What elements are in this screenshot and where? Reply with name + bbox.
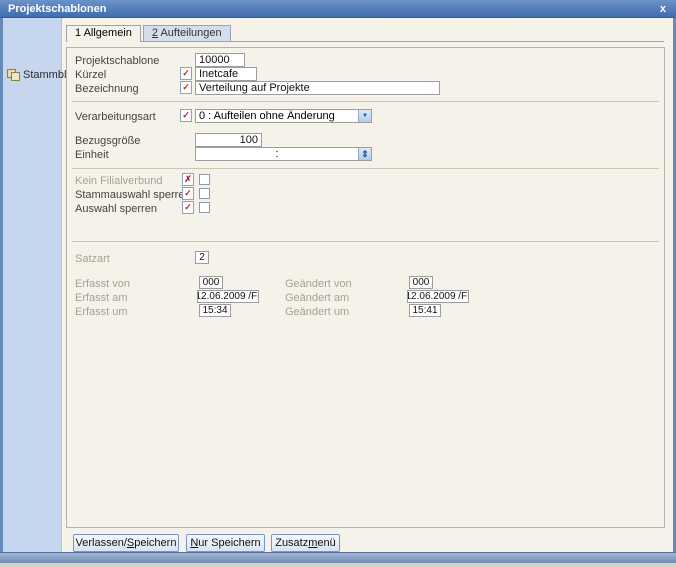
stammauswahl-sperren-check-icon: ✓ [182,187,194,200]
label-geaendert-um: Geändert um [285,306,350,318]
geaendert-um-value: 15:41 [409,304,441,317]
einheit-selected-value: : [275,148,279,160]
erfasst-um-value: 15:34 [199,304,231,317]
label-kuerzel: Kürzel [75,69,107,81]
verlassen-speichern-label-key: S [126,537,135,549]
projektschablonen-window: Projektschablonen x Stammblatt 1 Allgeme… [0,0,676,563]
tab-aufteilungen-label: Aufteilungen [158,27,222,39]
nur-speichern-button[interactable]: Nur Speichern [186,534,265,552]
separator-3 [72,241,659,242]
stammblatt-cards-icon [7,69,20,81]
erfasst-von-value: 000 [199,276,223,289]
tab-allgemein-label: 1 Allgemein [75,27,132,39]
einheit-select[interactable]: : ⇕ [195,147,372,161]
kein-filialverbund-cross-icon: ✗ [182,173,194,186]
projektschablone-input[interactable] [195,53,245,67]
label-einheit: Einheit [75,149,109,161]
label-stammauswahl-sperren: Stammauswahl sperren [75,189,191,201]
geaendert-am-value: 12.06.2009 /Fr [407,290,469,303]
window-title: Projektschablonen [8,2,107,15]
nur-speichern-label-key: N [190,537,199,549]
separator-2 [72,168,659,169]
label-verarbeitungsart: Verarbeitungsart [75,111,156,123]
zusatzmenu-button[interactable]: Zusatz m enü [271,534,340,552]
label-erfasst-um: Erfasst um [75,306,128,318]
stammauswahl-sperren-checkbox[interactable] [199,188,210,199]
window-body: Stammblatt 1 Allgemein 2 Aufteilungen Pr… [0,18,676,552]
bezugsgroesse-input[interactable] [195,133,262,147]
label-satzart: Satzart [75,253,110,265]
bezeichnung-input[interactable] [195,81,440,95]
main-area: 1 Allgemein 2 Aufteilungen Projektschabl… [63,18,673,552]
tab-strip: 1 Allgemein 2 Aufteilungen [66,25,664,42]
label-erfasst-am: Erfasst am [75,292,128,304]
verarbeitungsart-dropdown-button[interactable]: ▼ [358,110,371,122]
zusatzmenu-label-pre: Zusatz [275,537,309,549]
label-auswahl-sperren: Auswahl sperren [75,203,157,215]
label-bezeichnung: Bezeichnung [75,83,139,95]
close-icon[interactable]: x [658,3,668,15]
nur-speichern-label-post: ur Speichern [198,537,261,549]
label-kein-filialverbund: Kein Filialverbund [75,175,163,187]
auswahl-sperren-check-icon: ✓ [182,201,194,214]
verarbeitungsart-required-check-icon: ✓ [180,109,192,122]
button-row: Verlassen/Speichern Nur Speichern Zusatz… [63,534,673,554]
verlassen-speichern-label-post: peichern [134,537,177,549]
tab-aufteilungen[interactable]: 2 Aufteilungen [142,25,231,41]
geaendert-von-value: 000 [409,276,433,289]
bezeichnung-required-check-icon: ✓ [180,81,192,94]
form-panel: Projektschablone Kürzel ✓ Bezeichnung ✓ … [66,47,665,528]
dropdown-arrow-icon: ▼ [362,113,368,119]
einheit-spinner-button[interactable]: ⇕ [358,148,371,160]
bottom-frame [0,552,676,563]
label-erfasst-von: Erfasst von [75,278,131,290]
verarbeitungsart-selected-value: 0 : Aufteilen ohne Änderung [199,110,335,122]
tab-allgemein[interactable]: 1 Allgemein [66,25,141,42]
label-projektschablone: Projektschablone [75,55,160,67]
label-geaendert-am: Geändert am [285,292,350,304]
kein-filialverbund-checkbox[interactable] [199,174,210,185]
titlebar: Projektschablonen x [0,0,676,18]
updown-arrow-icon: ⇕ [361,148,369,159]
verarbeitungsart-select[interactable]: 0 : Aufteilen ohne Änderung ▼ [195,109,372,123]
satzart-value: 2 [195,251,209,264]
auswahl-sperren-checkbox[interactable] [199,202,210,213]
verlassen-speichern-button[interactable]: Verlassen/Speichern [73,534,179,552]
zusatzmenu-label-key: m [308,537,318,549]
separator-1 [72,101,659,102]
kuerzel-required-check-icon: ✓ [180,67,192,80]
label-geaendert-von: Geändert von [285,278,352,290]
sidebar: Stammblatt [3,18,79,552]
zusatzmenu-label-post: enü [317,537,336,549]
verlassen-speichern-label-pre: Verlassen/ [75,537,127,549]
erfasst-am-value: 12.06.2009 /Fr [197,290,259,303]
kuerzel-input[interactable] [195,67,257,81]
label-bezugsgroesse: Bezugsgröße [75,135,141,147]
screen: Projektschablonen x Stammblatt 1 Allgeme… [0,0,676,567]
